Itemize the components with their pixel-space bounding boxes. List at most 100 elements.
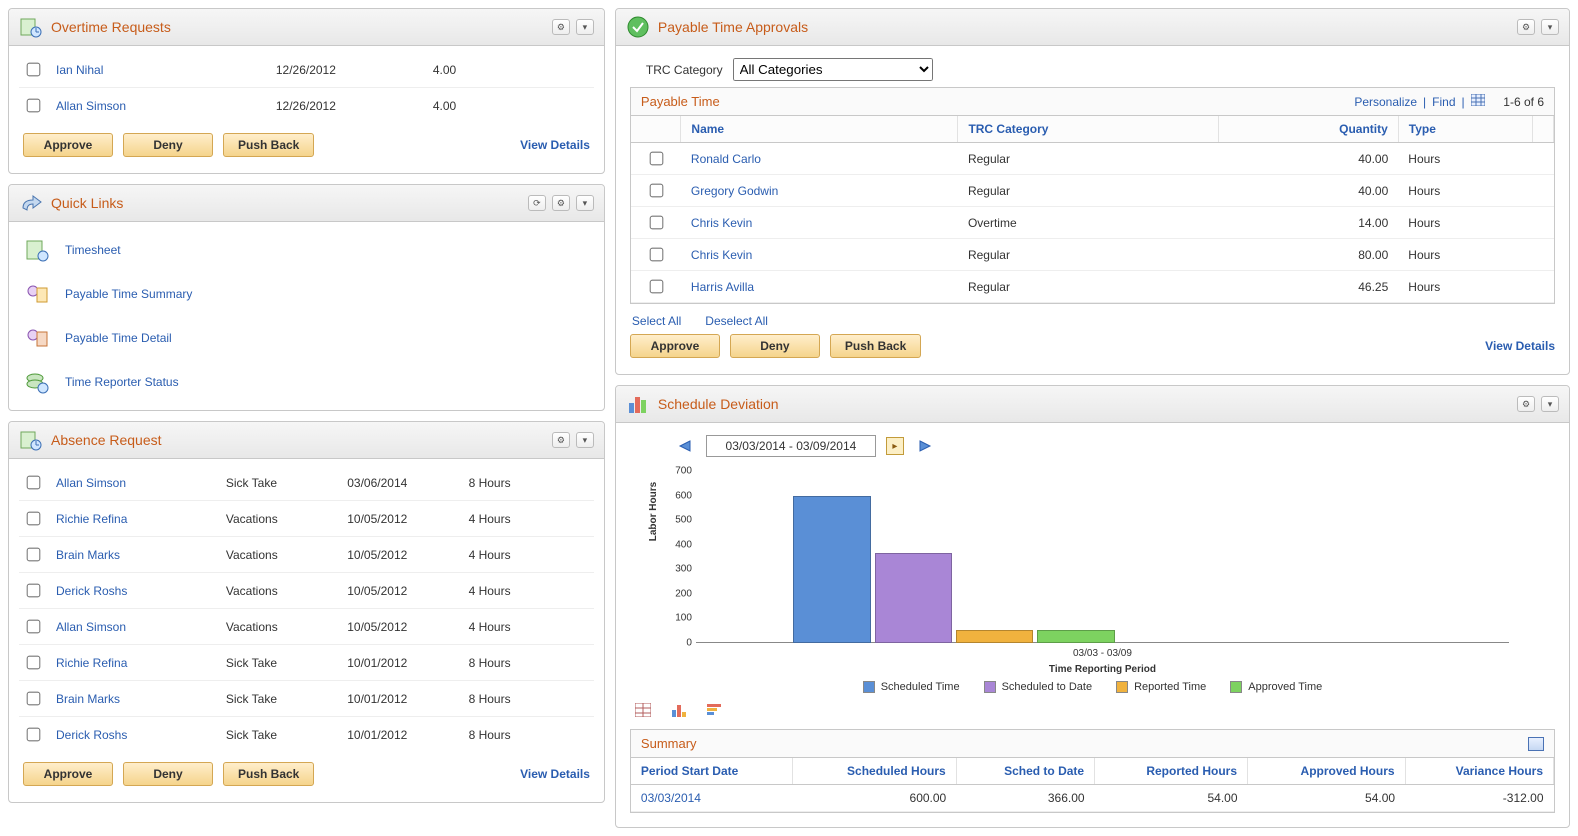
quick-link-item[interactable]: Payable Time Detail (19, 316, 594, 360)
deny-button[interactable]: Deny (123, 762, 213, 786)
row-checkbox[interactable] (650, 152, 664, 166)
col-reported-hours[interactable]: Reported Hours (1095, 758, 1248, 785)
employee-name-link[interactable]: Brain Marks (56, 548, 226, 562)
col-sched-to-date[interactable]: Sched to Date (956, 758, 1094, 785)
chevron-down-icon[interactable]: ▾ (1541, 396, 1559, 412)
chevron-down-icon[interactable]: ▾ (576, 19, 594, 35)
quick-links-panel: Quick Links ⟳ ⚙ ▾ Timesheet Payable Time… (8, 184, 605, 411)
deselect-all-link[interactable]: Deselect All (705, 314, 768, 328)
grid-icon[interactable] (1528, 737, 1544, 751)
col-quantity[interactable]: Quantity (1219, 116, 1399, 143)
panel-header: Payable Time Approvals ⚙ ▾ (616, 9, 1569, 46)
chart-table-icon[interactable] (634, 701, 652, 719)
chart-ytick: 400 (662, 539, 692, 550)
row-checkbox[interactable] (27, 620, 41, 634)
view-details-link[interactable]: View Details (520, 138, 590, 152)
deny-button[interactable]: Deny (123, 133, 213, 157)
schedule-deviation-chart: Labor Hours 0100200300400500600700 03/03… (696, 471, 1509, 671)
quick-link-item[interactable]: Payable Time Summary (19, 272, 594, 316)
row-checkbox[interactable] (27, 548, 41, 562)
absence-date: 10/01/2012 (347, 692, 468, 706)
gear-icon[interactable]: ⚙ (552, 195, 570, 211)
employee-name-link[interactable]: Allan Simson (56, 476, 226, 490)
panel-header: Schedule Deviation ⚙ ▾ (616, 386, 1569, 423)
employee-name-link[interactable]: Derick Roshs (56, 584, 226, 598)
calendar-go-icon[interactable]: ▸ (886, 437, 904, 455)
gear-icon[interactable]: ⚙ (552, 19, 570, 35)
row-checkbox[interactable] (27, 584, 41, 598)
list-item: Allan Simson 12/26/2012 4.00 (19, 88, 594, 123)
employee-name-link[interactable]: Ian Nihal (56, 63, 276, 77)
overtime-requests-panel: Overtime Requests ⚙ ▾ Ian Nihal 12/26/20… (8, 8, 605, 174)
employee-name-link[interactable]: Richie Refina (56, 656, 226, 670)
refresh-icon[interactable]: ⟳ (528, 195, 546, 211)
row-checkbox[interactable] (27, 728, 41, 742)
chevron-down-icon[interactable]: ▾ (576, 432, 594, 448)
deny-button[interactable]: Deny (730, 334, 820, 358)
employee-name-link[interactable]: Derick Roshs (56, 728, 226, 742)
panel-header: Overtime Requests ⚙ ▾ (9, 9, 604, 46)
gear-icon[interactable]: ⚙ (1517, 19, 1535, 35)
period-start-date[interactable]: 03/03/2014 (631, 785, 792, 812)
row-checkbox[interactable] (650, 216, 664, 230)
legend-item: Scheduled Time (863, 681, 960, 693)
gear-icon[interactable]: ⚙ (552, 432, 570, 448)
row-checkbox[interactable] (650, 280, 664, 294)
chevron-down-icon[interactable]: ▾ (1541, 19, 1559, 35)
push-back-button[interactable]: Push Back (830, 334, 921, 358)
row-checkbox[interactable] (27, 99, 41, 113)
row-checkbox[interactable] (27, 692, 41, 706)
find-link[interactable]: Find (1432, 95, 1455, 109)
col-approved-hours[interactable]: Approved Hours (1248, 758, 1406, 785)
employee-name-link[interactable]: Allan Simson (56, 620, 226, 634)
col-name[interactable]: Name (681, 116, 958, 143)
overtime-qty: 4.00 (433, 63, 590, 77)
view-details-link[interactable]: View Details (520, 767, 590, 781)
select-all-link[interactable]: Select All (632, 314, 681, 328)
quick-link-label[interactable]: Payable Time Detail (65, 331, 172, 345)
employee-name-link[interactable]: Gregory Godwin (691, 184, 778, 198)
row-checkbox[interactable] (650, 184, 664, 198)
col-type[interactable]: Type (1398, 116, 1532, 143)
grid-icon[interactable] (1471, 94, 1485, 109)
absence-type: Sick Take (226, 476, 347, 490)
gear-icon[interactable]: ⚙ (1517, 396, 1535, 412)
view-details-link[interactable]: View Details (1485, 339, 1555, 353)
col-trc-category[interactable]: TRC Category (958, 116, 1219, 143)
chart-bar-icon[interactable] (670, 701, 688, 719)
quick-link-label[interactable]: Payable Time Summary (65, 287, 192, 301)
approve-button[interactable]: Approve (23, 133, 113, 157)
col-variance-hours[interactable]: Variance Hours (1405, 758, 1553, 785)
chart-hbar-icon[interactable] (706, 701, 724, 719)
push-back-button[interactable]: Push Back (223, 762, 314, 786)
row-checkbox[interactable] (27, 63, 41, 77)
quick-link-label[interactable]: Timesheet (65, 243, 121, 257)
employee-name-link[interactable]: Richie Refina (56, 512, 226, 526)
approve-button[interactable]: Approve (630, 334, 720, 358)
row-checkbox[interactable] (27, 476, 41, 490)
employee-name-link[interactable]: Chris Kevin (691, 248, 752, 262)
row-checkbox[interactable] (27, 656, 41, 670)
employee-name-link[interactable]: Chris Kevin (691, 216, 752, 230)
prev-arrow-icon[interactable] (676, 438, 696, 454)
chevron-down-icon[interactable]: ▾ (576, 195, 594, 211)
next-arrow-icon[interactable] (914, 438, 934, 454)
overtime-date: 12/26/2012 (276, 63, 433, 77)
employee-name-link[interactable]: Allan Simson (56, 99, 276, 113)
absence-type: Vacations (226, 512, 347, 526)
quick-link-item[interactable]: Timesheet (19, 228, 594, 272)
row-checkbox[interactable] (27, 512, 41, 526)
col-period-start-date[interactable]: Period Start Date (631, 758, 792, 785)
quick-link-label[interactable]: Time Reporter Status (65, 375, 179, 389)
trc-category-select[interactable]: All Categories (733, 58, 933, 81)
employee-name-link[interactable]: Ronald Carlo (691, 152, 761, 166)
push-back-button[interactable]: Push Back (223, 133, 314, 157)
personalize-link[interactable]: Personalize (1354, 95, 1417, 109)
employee-name-link[interactable]: Brain Marks (56, 692, 226, 706)
quick-link-item[interactable]: Time Reporter Status (19, 360, 594, 404)
col-scheduled-hours[interactable]: Scheduled Hours (792, 758, 956, 785)
row-checkbox[interactable] (650, 248, 664, 262)
date-range-input[interactable]: 03/03/2014 - 03/09/2014 (706, 435, 876, 457)
approve-button[interactable]: Approve (23, 762, 113, 786)
employee-name-link[interactable]: Harris Avilla (691, 280, 754, 294)
